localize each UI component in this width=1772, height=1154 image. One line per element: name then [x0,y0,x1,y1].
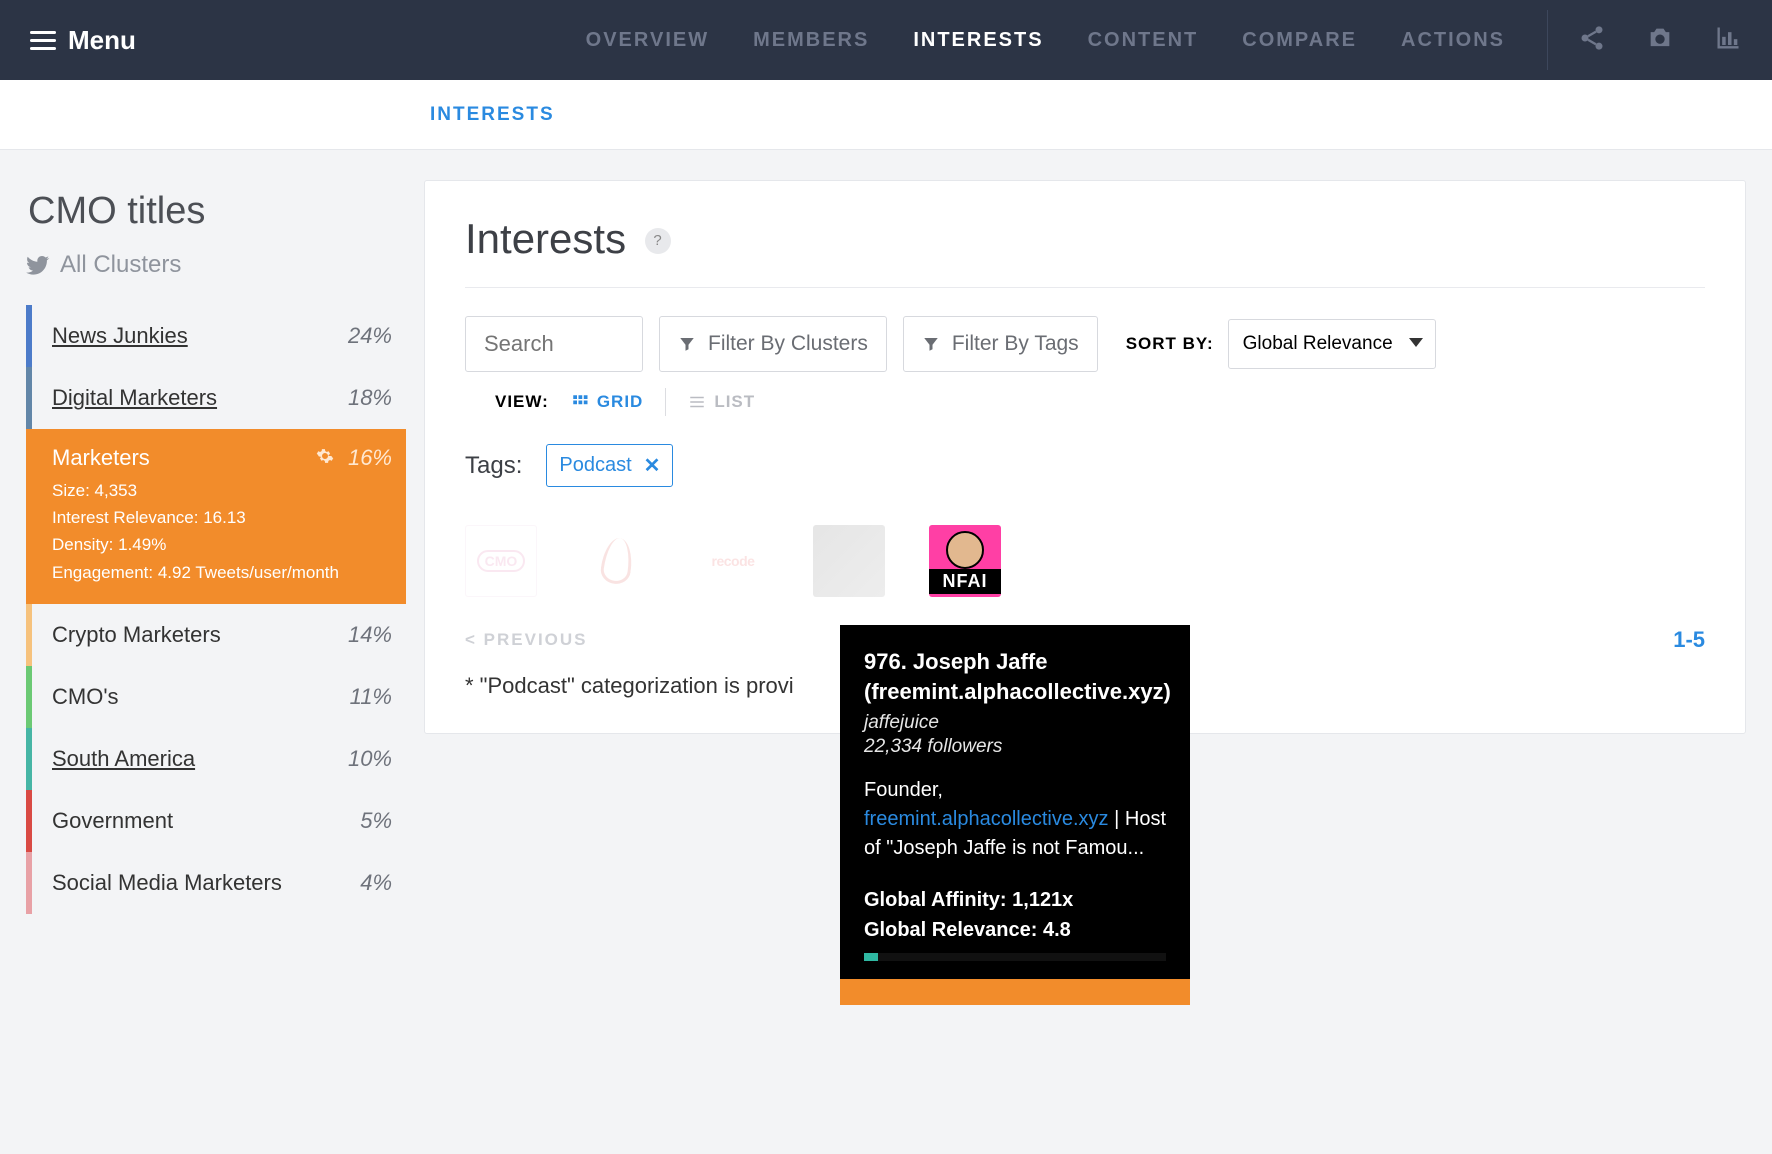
cluster-list: News Junkies 24% Digital Marketers 18% M… [26,305,406,914]
cluster-news-junkies[interactable]: News Junkies 24% [26,305,406,367]
share-icon[interactable] [1578,24,1606,57]
camera-icon[interactable] [1646,24,1674,57]
cluster-cmos[interactable]: CMO's 11% [26,666,406,728]
view-label: VIEW: [495,392,549,412]
help-icon[interactable]: ? [645,228,671,254]
chevron-down-icon [1409,338,1423,347]
search-input[interactable] [484,331,624,357]
sort-wrap: SORT BY: Global Relevance [1126,319,1436,369]
list-icon [688,393,706,411]
menu-button[interactable]: Menu [30,25,136,56]
navbar: Menu OVERVIEW MEMBERS INTERESTS CONTENT … [0,0,1772,80]
tags-label: Tags: [465,452,522,480]
cluster-stats: Size: 4,353 Interest Relevance: 16.13 De… [52,471,392,586]
avatar [946,531,984,569]
previous-button[interactable]: < PREVIOUS [465,630,588,650]
view-wrap: VIEW: GRID LIST [495,388,755,416]
tab-members[interactable]: MEMBERS [753,29,869,52]
thumbnails: CMO recode NFAI [465,525,1705,597]
thumb-1[interactable]: CMO [465,525,537,597]
view-grid-button[interactable]: GRID [571,392,644,412]
cluster-government[interactable]: Government 5% [26,790,406,852]
tab-actions[interactable]: ACTIONS [1401,29,1505,52]
cluster-social-media-marketers[interactable]: Social Media Marketers 4% [26,852,406,914]
page-range: 1-5 [1673,627,1705,653]
tooltip-title: 976. Joseph Jaffe (freemint.alphacollect… [864,647,1166,706]
cluster-crypto-marketers[interactable]: Crypto Marketers 14% [26,604,406,666]
tooltip-footer [840,979,1190,1005]
tab-overview[interactable]: OVERVIEW [586,29,709,52]
tooltip: 976. Joseph Jaffe (freemint.alphacollect… [840,625,1190,1005]
subnav: INTERESTS [0,80,1772,150]
nav-icons [1578,24,1742,57]
menu-label: Menu [68,25,136,56]
tooltip-followers: 22,334 followers [864,736,1166,758]
tooltip-handle: jaffejuice [864,712,1166,734]
nav-separator [1547,10,1548,70]
thumb-2[interactable] [581,525,653,597]
view-list-button[interactable]: LIST [688,392,755,412]
twitter-icon [26,253,50,277]
tooltip-bio-link[interactable]: freemint.alphacollective.xyz [864,808,1109,830]
search-box[interactable] [465,316,643,372]
cluster-south-america[interactable]: South America 10% [26,728,406,790]
card-title: Interests [465,215,626,263]
tooltip-bio: Founder, freemint.alphacollective.xyz | … [864,776,1166,863]
tab-content[interactable]: CONTENT [1088,29,1199,52]
sidebar-subtitle[interactable]: All Clusters [26,251,406,305]
sort-select[interactable]: Global Relevance [1228,319,1436,369]
filter-icon [922,335,940,353]
controls-row: Filter By Clusters Filter By Tags SORT B… [465,316,1705,416]
tags-row: Tags: Podcast ✕ [465,444,1705,487]
close-icon[interactable]: ✕ [644,453,661,478]
thumb-3[interactable]: recode [697,525,769,597]
sort-label: SORT BY: [1126,334,1214,354]
tag-podcast[interactable]: Podcast ✕ [546,444,673,487]
gear-icon[interactable] [316,447,334,470]
thumb-4[interactable] [813,525,885,597]
cluster-marketers[interactable]: Marketers 16% Size: 4,353 Interest Relev… [26,429,406,604]
sidebar-subtitle-text: All Clusters [60,251,181,279]
sidebar-title: CMO titles [26,180,406,251]
cluster-digital-marketers[interactable]: Digital Marketers 18% [26,367,406,429]
sidebar: CMO titles All Clusters News Junkies 24%… [26,180,406,914]
filter-icon [678,335,696,353]
tab-interests[interactable]: INTERESTS [913,29,1043,52]
tab-compare[interactable]: COMPARE [1242,29,1357,52]
thumb-5[interactable]: NFAI [929,525,1001,597]
filter-tags-button[interactable]: Filter By Tags [903,316,1098,372]
grid-icon [571,393,589,411]
tooltip-metrics: Global Affinity: 1,121x Global Relevance… [864,885,1166,945]
chart-icon[interactable] [1714,24,1742,57]
divider [465,287,1705,288]
tooltip-bar [864,953,1166,961]
subnav-interests[interactable]: INTERESTS [430,104,555,126]
nav-tabs: OVERVIEW MEMBERS INTERESTS CONTENT COMPA… [586,29,1505,52]
filter-clusters-button[interactable]: Filter By Clusters [659,316,887,372]
view-separator [665,388,666,416]
hamburger-icon [30,26,56,55]
